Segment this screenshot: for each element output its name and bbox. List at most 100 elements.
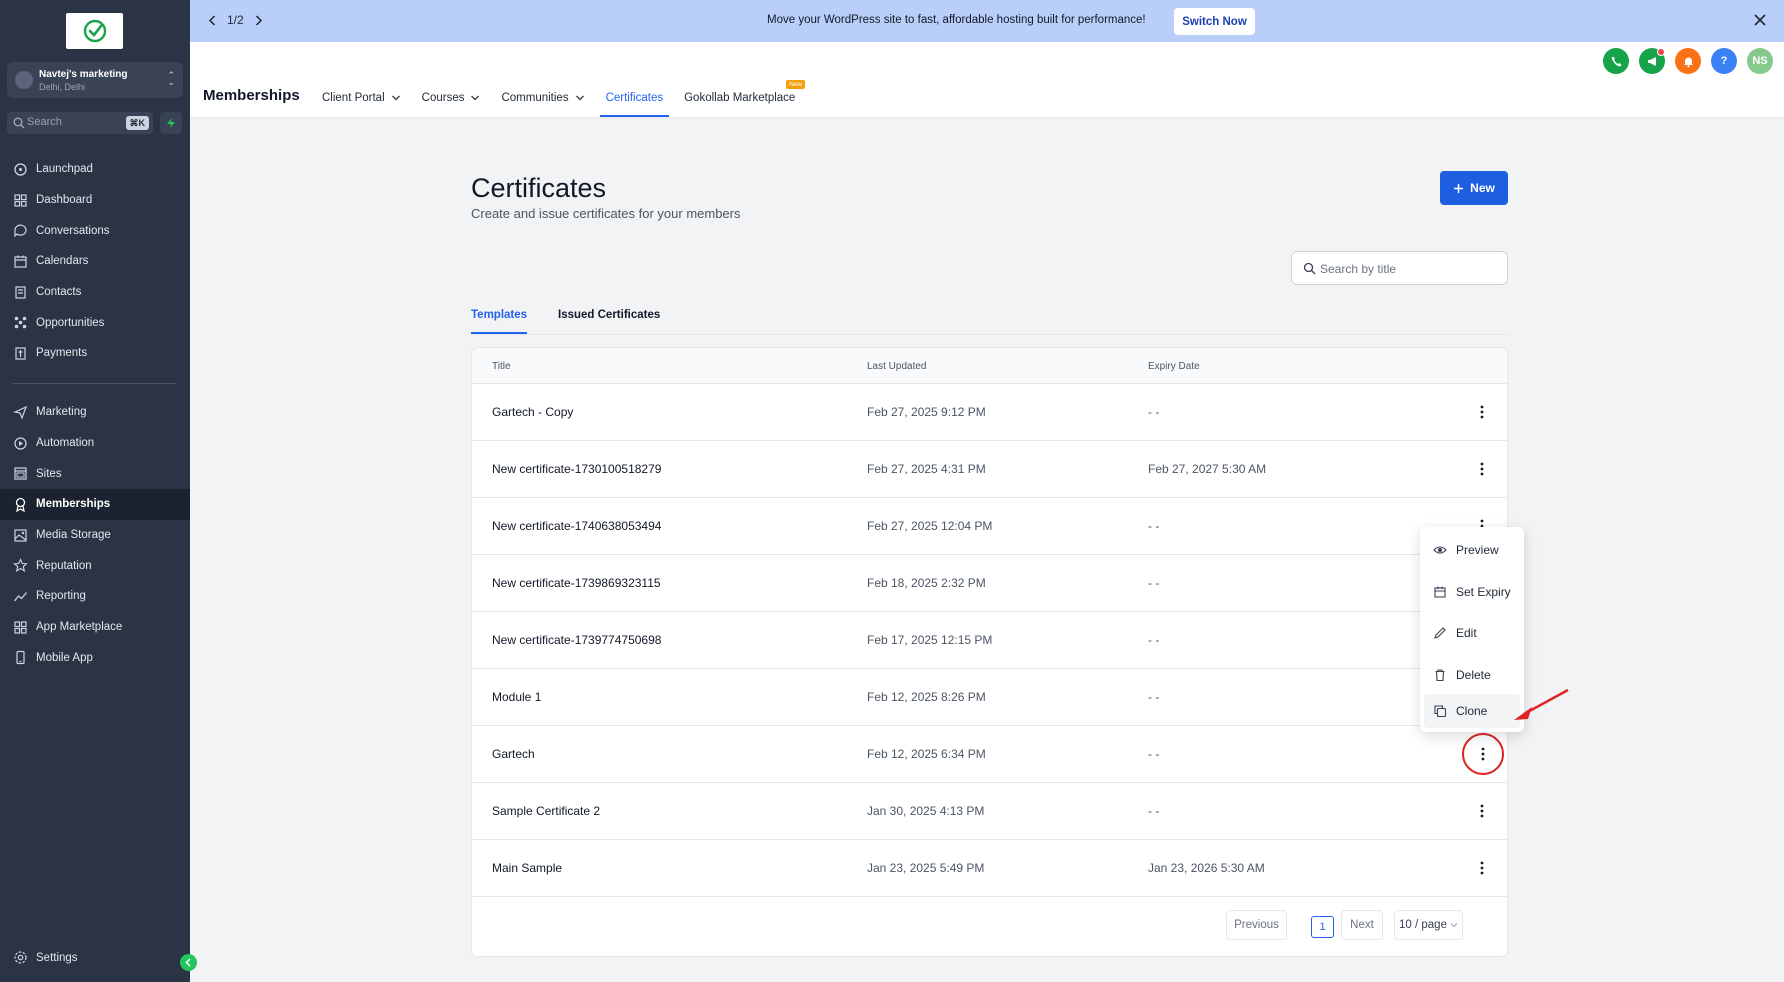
chevron-left-icon[interactable] <box>208 14 217 26</box>
account-avatar-icon <box>15 71 33 89</box>
banner-message: Move your WordPress site to fast, afford… <box>767 14 1146 26</box>
sidebar-item-contacts[interactable]: Contacts <box>0 277 190 308</box>
search-icon <box>13 117 25 129</box>
contacts-icon <box>13 285 28 300</box>
tab-courses[interactable]: Courses <box>422 90 481 106</box>
table-row[interactable]: New certificate-1739774750698 Feb 17, 20… <box>472 612 1507 669</box>
sidebar-item-reporting[interactable]: Reporting <box>0 581 190 612</box>
sidebar-item-opportunities[interactable]: Opportunities <box>0 307 190 338</box>
menu-item-set-expiry[interactable]: Set Expiry <box>1424 575 1520 609</box>
tab-certificates[interactable]: Certificates <box>599 90 669 117</box>
row-actions-button[interactable] <box>1472 857 1492 879</box>
tab-gokollab-marketplace[interactable]: Gokollab Marketplace New <box>684 80 806 106</box>
menu-item-edit[interactable]: Edit <box>1424 616 1520 650</box>
announcements-button[interactable] <box>1639 48 1665 74</box>
sidebar-item-mobile-app[interactable]: Mobile App <box>0 643 190 674</box>
bolt-icon <box>167 118 175 128</box>
chevron-updown-icon: ⌃ ⌄ <box>167 70 175 87</box>
sidebar-item-memberships[interactable]: Memberships <box>0 489 190 520</box>
new-certificate-button[interactable]: New <box>1440 171 1508 205</box>
new-badge: New <box>786 80 806 89</box>
row-actions-button-highlighted[interactable] <box>1462 733 1504 775</box>
previous-page-button[interactable]: Previous <box>1226 910 1287 940</box>
kebab-menu-icon <box>1481 747 1485 761</box>
promo-banner: 1/2 Move your WordPress site to fast, af… <box>190 0 1784 42</box>
sidebar-item-launchpad[interactable]: Launchpad <box>0 154 190 185</box>
next-page-button[interactable]: Next <box>1341 910 1383 940</box>
megaphone-icon <box>1647 56 1656 66</box>
tab-communities[interactable]: Communities <box>501 90 584 106</box>
account-switcher[interactable]: Navtej's marketing Delhi, Delhi ⌃ ⌄ <box>7 62 183 98</box>
user-avatar[interactable]: NS <box>1747 48 1773 74</box>
sidebar-item-app-marketplace[interactable]: App Marketplace <box>0 612 190 643</box>
page-subtitle: Create and issue certificates for your m… <box>471 206 741 221</box>
row-actions-button[interactable] <box>1472 458 1492 480</box>
tab-templates[interactable]: Templates <box>471 309 528 334</box>
sidebar-item-media-storage[interactable]: Media Storage <box>0 520 190 551</box>
main-content: Certificates Create and issue certificat… <box>190 119 1784 982</box>
tab-issued-certificates[interactable]: Issued Certificates <box>558 309 660 321</box>
row-last-updated: Jan 30, 2025 4:13 PM <box>867 804 985 818</box>
table-row[interactable]: New certificate-1730100518279 Feb 27, 20… <box>472 441 1507 498</box>
chevron-down-icon <box>471 95 480 101</box>
row-last-updated: Feb 27, 2025 9:12 PM <box>867 405 986 419</box>
row-actions-button[interactable] <box>1472 401 1492 423</box>
switch-now-button[interactable]: Switch Now <box>1174 8 1255 35</box>
menu-item-preview[interactable]: Preview <box>1424 533 1520 567</box>
row-title: Main Sample <box>492 861 563 875</box>
tab-client-portal[interactable]: Client Portal <box>322 90 401 106</box>
sidebar-item-automation[interactable]: Automation <box>0 428 190 459</box>
row-expiry-date: Feb 27, 2027 5:30 AM <box>1148 462 1267 476</box>
row-title: New certificate-1740638053494 <box>492 519 662 533</box>
row-last-updated: Feb 18, 2025 2:32 PM <box>867 576 986 590</box>
page-size-select[interactable]: 10 / page <box>1394 910 1463 940</box>
notifications-button[interactable] <box>1675 48 1701 74</box>
chevron-down-icon <box>391 95 400 101</box>
search-icon <box>1303 262 1316 275</box>
table-row[interactable]: Gartech - Copy Feb 27, 2025 9:12 PM - - <box>472 384 1507 441</box>
page-number-current[interactable]: 1 <box>1311 916 1334 938</box>
table-row[interactable]: New certificate-1740638053494 Feb 27, 20… <box>472 498 1507 555</box>
pencil-icon <box>1433 626 1447 640</box>
sidebar-item-marketing[interactable]: Marketing <box>0 397 190 428</box>
column-title: Title <box>492 361 511 372</box>
sidebar-item-calendars[interactable]: Calendars <box>0 246 190 277</box>
sidebar-item-conversations[interactable]: Conversations <box>0 215 190 246</box>
row-actions-menu: Preview Set Expiry Edit Delete Clone <box>1420 527 1524 732</box>
table-row[interactable]: New certificate-1739869323115 Feb 18, 20… <box>472 555 1507 612</box>
send-icon <box>13 405 28 420</box>
row-expiry-date: - - <box>1148 747 1160 761</box>
search-by-title-input[interactable]: Search by title <box>1291 251 1508 285</box>
chevron-down-icon <box>575 95 584 101</box>
menu-item-delete[interactable]: Delete <box>1424 658 1520 692</box>
sidebar-divider <box>12 383 176 384</box>
sidebar-item-reputation[interactable]: Reputation <box>0 550 190 581</box>
kebab-menu-icon <box>1480 462 1484 476</box>
payments-icon <box>13 346 28 361</box>
phone-button[interactable] <box>1603 48 1629 74</box>
table-row[interactable]: Module 1 Feb 12, 2025 8:26 PM - - <box>472 669 1507 726</box>
menu-item-clone[interactable]: Clone <box>1424 694 1520 728</box>
sidebar-item-sites[interactable]: Sites <box>0 458 190 489</box>
quick-actions-button[interactable] <box>160 112 182 134</box>
sidebar-search[interactable]: Search ⌘K <box>7 112 153 134</box>
sidebar-item-dashboard[interactable]: Dashboard <box>0 185 190 216</box>
header-actions: ? NS <box>1603 48 1773 74</box>
chevron-right-icon[interactable] <box>254 14 263 26</box>
sidebar-item-settings[interactable]: Settings <box>13 950 78 965</box>
row-actions-button[interactable] <box>1472 800 1492 822</box>
app-header: Memberships Client Portal Courses Commun… <box>190 42 1784 118</box>
close-icon[interactable] <box>1752 12 1768 28</box>
row-last-updated: Feb 27, 2025 4:31 PM <box>867 462 986 476</box>
table-row[interactable]: Gartech Feb 12, 2025 6:34 PM - - <box>472 726 1507 783</box>
account-location: Delhi, Delhi <box>39 82 86 92</box>
table-row[interactable]: Sample Certificate 2 Jan 30, 2025 4:13 P… <box>472 783 1507 840</box>
sidebar-collapse-button[interactable] <box>180 954 197 971</box>
table-row[interactable]: Main Sample Jan 23, 2025 5:49 PM Jan 23,… <box>472 840 1507 897</box>
sidebar: Navtej's marketing Delhi, Delhi ⌃ ⌄ Searc… <box>0 0 190 982</box>
help-button[interactable]: ? <box>1711 48 1737 74</box>
star-icon <box>13 558 28 573</box>
eye-icon <box>1433 543 1447 557</box>
app-logo[interactable] <box>66 13 123 49</box>
sidebar-item-payments[interactable]: Payments <box>0 338 190 369</box>
